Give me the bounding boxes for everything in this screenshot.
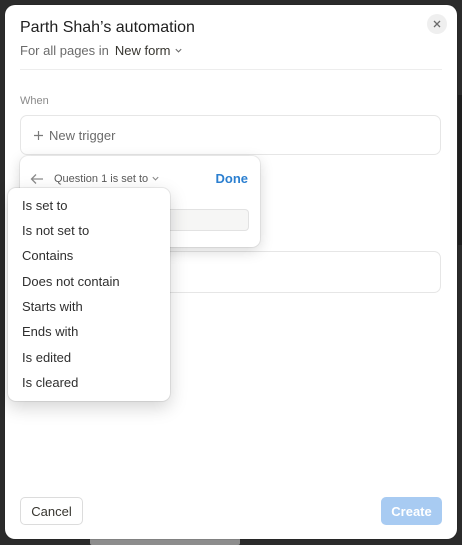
menu-item-ends-with[interactable]: Ends with xyxy=(22,324,78,339)
plus-icon xyxy=(34,130,43,140)
cancel-button[interactable]: Cancel xyxy=(20,497,83,525)
close-button[interactable] xyxy=(427,14,447,34)
close-icon xyxy=(433,20,441,28)
done-button[interactable]: Done xyxy=(216,171,249,186)
scope-line: For all pages in New form xyxy=(20,43,183,58)
when-label: When xyxy=(20,95,49,107)
modal-title: Parth Shah’s automation xyxy=(20,19,195,36)
form-selector[interactable]: New form xyxy=(115,43,183,58)
property-selector[interactable]: Question 1 is set to xyxy=(54,173,160,185)
condition-menu: Is set to Is not set to Contains Does no… xyxy=(8,188,170,401)
menu-item-is-set-to[interactable]: Is set to xyxy=(22,198,68,213)
form-selector-label: New form xyxy=(114,43,171,58)
menu-item-starts-with[interactable]: Starts with xyxy=(22,299,83,314)
property-selector-label: Question 1 is set to xyxy=(54,172,149,185)
menu-item-is-not-set-to[interactable]: Is not set to xyxy=(22,223,89,238)
scope-prefix: For all pages in xyxy=(20,43,109,58)
chevron-down-icon xyxy=(174,48,182,53)
menu-item-is-cleared[interactable]: Is cleared xyxy=(22,375,78,390)
create-button[interactable]: Create xyxy=(381,497,442,525)
new-trigger-button[interactable]: New trigger xyxy=(20,115,441,155)
new-trigger-label: New trigger xyxy=(49,127,116,143)
menu-item-is-edited[interactable]: Is edited xyxy=(22,350,71,365)
menu-item-does-not-contain[interactable]: Does not contain xyxy=(22,274,120,289)
popover-header: Question 1 is set to Done xyxy=(30,171,248,186)
chevron-down-icon xyxy=(152,176,159,181)
header-divider xyxy=(20,69,442,70)
back-arrow-icon[interactable] xyxy=(30,173,44,185)
background-page-edge xyxy=(458,95,462,245)
menu-item-contains[interactable]: Contains xyxy=(22,248,73,263)
